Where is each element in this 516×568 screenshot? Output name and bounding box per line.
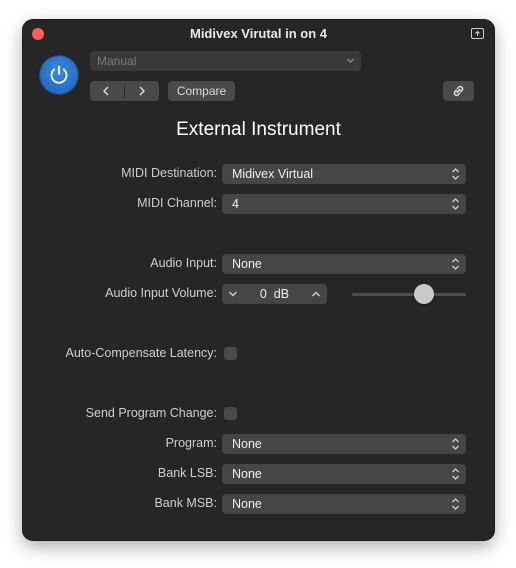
bank-msb-value: None bbox=[232, 497, 262, 511]
bank-msb-label: Bank MSB: bbox=[154, 496, 217, 510]
chevron-up-icon[interactable] bbox=[311, 290, 321, 298]
window-title: Midivex Virutal in on 4 bbox=[189, 26, 327, 41]
audio-input-value: None bbox=[232, 257, 262, 271]
chevron-left-icon bbox=[103, 86, 109, 96]
chevron-down-icon bbox=[347, 58, 354, 63]
up-down-chevron-icon bbox=[452, 438, 459, 450]
compare-button[interactable]: Compare bbox=[168, 81, 235, 101]
slider-knob[interactable] bbox=[413, 284, 434, 304]
power-icon bbox=[50, 65, 68, 84]
up-down-chevron-icon bbox=[452, 198, 459, 210]
bank-lsb-select[interactable]: None bbox=[222, 464, 466, 484]
audio-input-volume-value: 0 dB bbox=[244, 284, 305, 304]
program-select[interactable]: None bbox=[222, 434, 466, 454]
send-program-change-checkbox[interactable] bbox=[224, 407, 237, 420]
bank-lsb-value: None bbox=[232, 467, 262, 481]
send-program-change-label: Send Program Change: bbox=[85, 406, 217, 420]
midi-destination-value: Midivex Virtual bbox=[232, 167, 314, 181]
audio-input-volume-stepper[interactable]: 0 dB bbox=[222, 284, 327, 304]
up-down-chevron-icon bbox=[452, 258, 459, 270]
midi-channel-label: MIDI Channel: bbox=[137, 196, 217, 210]
preset-dropdown[interactable]: Manual bbox=[90, 51, 361, 71]
link-button[interactable] bbox=[443, 81, 474, 101]
plugin-heading: External Instrument bbox=[176, 119, 341, 140]
preset-navigation bbox=[90, 81, 159, 101]
up-down-chevron-icon bbox=[452, 168, 459, 180]
expand-icon[interactable] bbox=[471, 26, 484, 39]
chevron-down-icon[interactable] bbox=[228, 290, 238, 298]
preset-value: Manual bbox=[97, 54, 137, 68]
title-bar[interactable]: Midivex Virutal in on 4 bbox=[23, 20, 494, 48]
previous-preset-button[interactable] bbox=[90, 81, 124, 101]
midi-destination-select[interactable]: Midivex Virtual bbox=[222, 164, 466, 184]
chevron-right-icon bbox=[139, 86, 145, 96]
midi-channel-value: 4 bbox=[232, 197, 239, 211]
program-value: None bbox=[232, 437, 262, 451]
audio-input-volume-label: Audio Input Volume: bbox=[105, 286, 217, 300]
next-preset-button[interactable] bbox=[125, 81, 159, 101]
audio-input-label: Audio Input: bbox=[150, 256, 217, 270]
power-button[interactable] bbox=[40, 56, 78, 94]
bank-lsb-label: Bank LSB: bbox=[157, 466, 217, 480]
plugin-window: Midivex Virutal in on 4 Manual Compare E… bbox=[23, 20, 494, 540]
up-down-chevron-icon bbox=[452, 468, 459, 480]
volume-unit: dB bbox=[273, 287, 290, 301]
midi-destination-label: MIDI Destination: bbox=[121, 166, 217, 180]
midi-channel-select[interactable]: 4 bbox=[222, 194, 466, 214]
volume-number: 0 bbox=[259, 287, 267, 301]
audio-input-volume-slider[interactable] bbox=[352, 293, 466, 296]
audio-input-select[interactable]: None bbox=[222, 254, 466, 274]
bank-msb-select[interactable]: None bbox=[222, 494, 466, 514]
program-label: Program: bbox=[165, 436, 217, 450]
auto-compensate-latency-label: Auto-Compensate Latency: bbox=[65, 346, 217, 360]
auto-compensate-latency-checkbox[interactable] bbox=[224, 347, 237, 360]
up-down-chevron-icon bbox=[452, 498, 459, 510]
link-icon bbox=[453, 85, 464, 97]
